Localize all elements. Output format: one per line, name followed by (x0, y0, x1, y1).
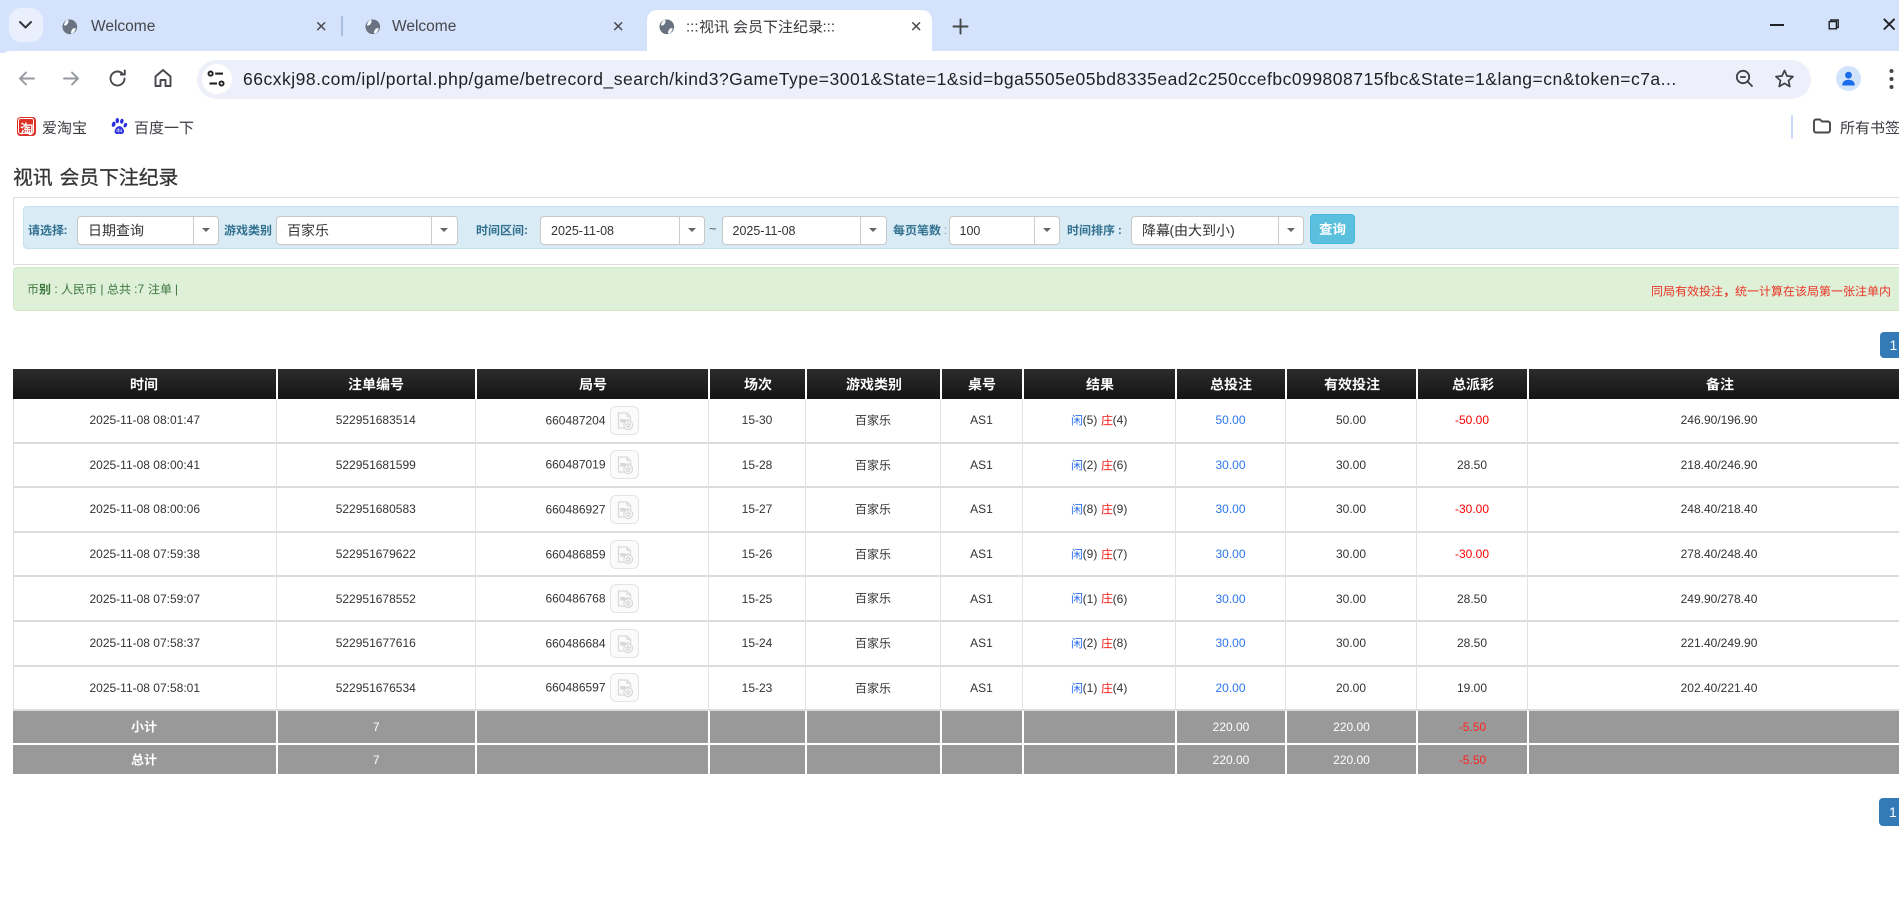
svg-text:du: du (116, 128, 122, 134)
